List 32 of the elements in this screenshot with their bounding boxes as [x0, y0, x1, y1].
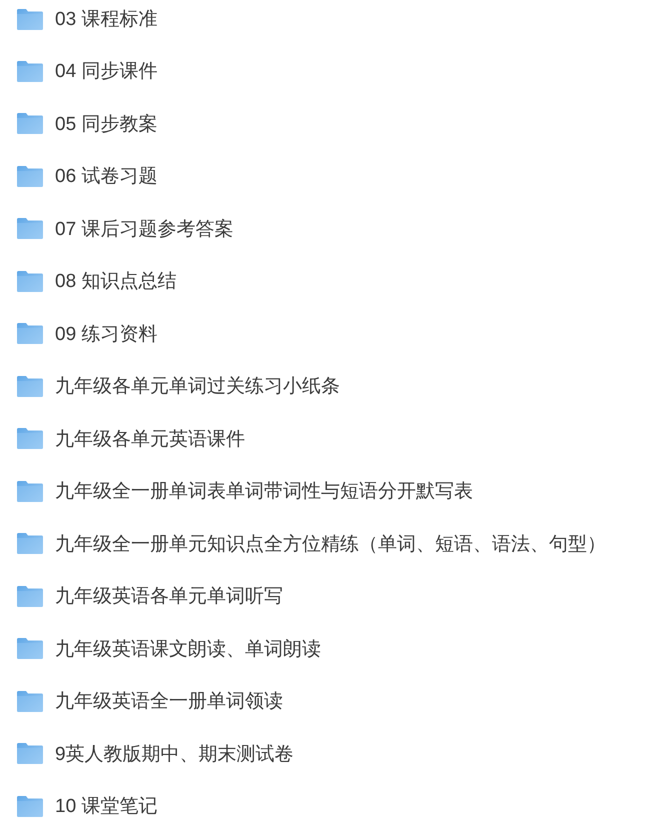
folder-icon	[17, 113, 43, 134]
folder-name[interactable]: 09 练习资料	[55, 320, 158, 347]
folder-icon	[17, 586, 43, 607]
folder-icon	[17, 428, 43, 450]
folder-icon	[17, 376, 43, 397]
folder-name[interactable]: 九年级英语各单元单词听写	[55, 583, 283, 610]
folder-icon	[17, 638, 43, 660]
folder-name[interactable]: 九年级英语课文朗读、单词朗读	[55, 636, 321, 662]
folder-icon	[17, 218, 43, 240]
folder-icon	[17, 323, 43, 344]
folder-name[interactable]: 03 课程标准	[55, 6, 158, 32]
folder-name[interactable]: 九年级全一册单词表单词带词性与短语分开默写表	[55, 478, 473, 504]
folder-name[interactable]: 06 试卷习题	[55, 163, 158, 190]
folder-icon	[17, 533, 43, 554]
folder-icon	[17, 690, 43, 712]
folder-name[interactable]: 九年级各单元单词过关练习小纸条	[55, 373, 340, 400]
folder-name[interactable]: 九年级全一册单元知识点全方位精练（单词、短语、语法、句型）	[55, 530, 606, 557]
folder-name[interactable]: 05 同步教案	[55, 110, 158, 137]
folder-name[interactable]: 08 知识点总结	[55, 268, 176, 294]
folder-name[interactable]: 9英人教版期中、期末测试卷	[55, 740, 294, 767]
folder-icon	[17, 270, 43, 292]
folder-icon	[17, 60, 43, 82]
folder-name[interactable]: 04 同步课件	[55, 58, 158, 84]
folder-name[interactable]: 九年级英语全一册单词领读	[55, 688, 283, 714]
folder-icon	[17, 166, 43, 187]
folder-name[interactable]: 10 课堂笔记	[55, 793, 158, 818]
folder-icon	[17, 743, 43, 764]
folder-name[interactable]: 07 课后习题参考答案	[55, 216, 234, 242]
folder-icon	[17, 796, 43, 817]
folder-icon	[17, 8, 43, 30]
folder-icon	[17, 480, 43, 502]
folder-name[interactable]: 九年级各单元英语课件	[55, 426, 245, 452]
